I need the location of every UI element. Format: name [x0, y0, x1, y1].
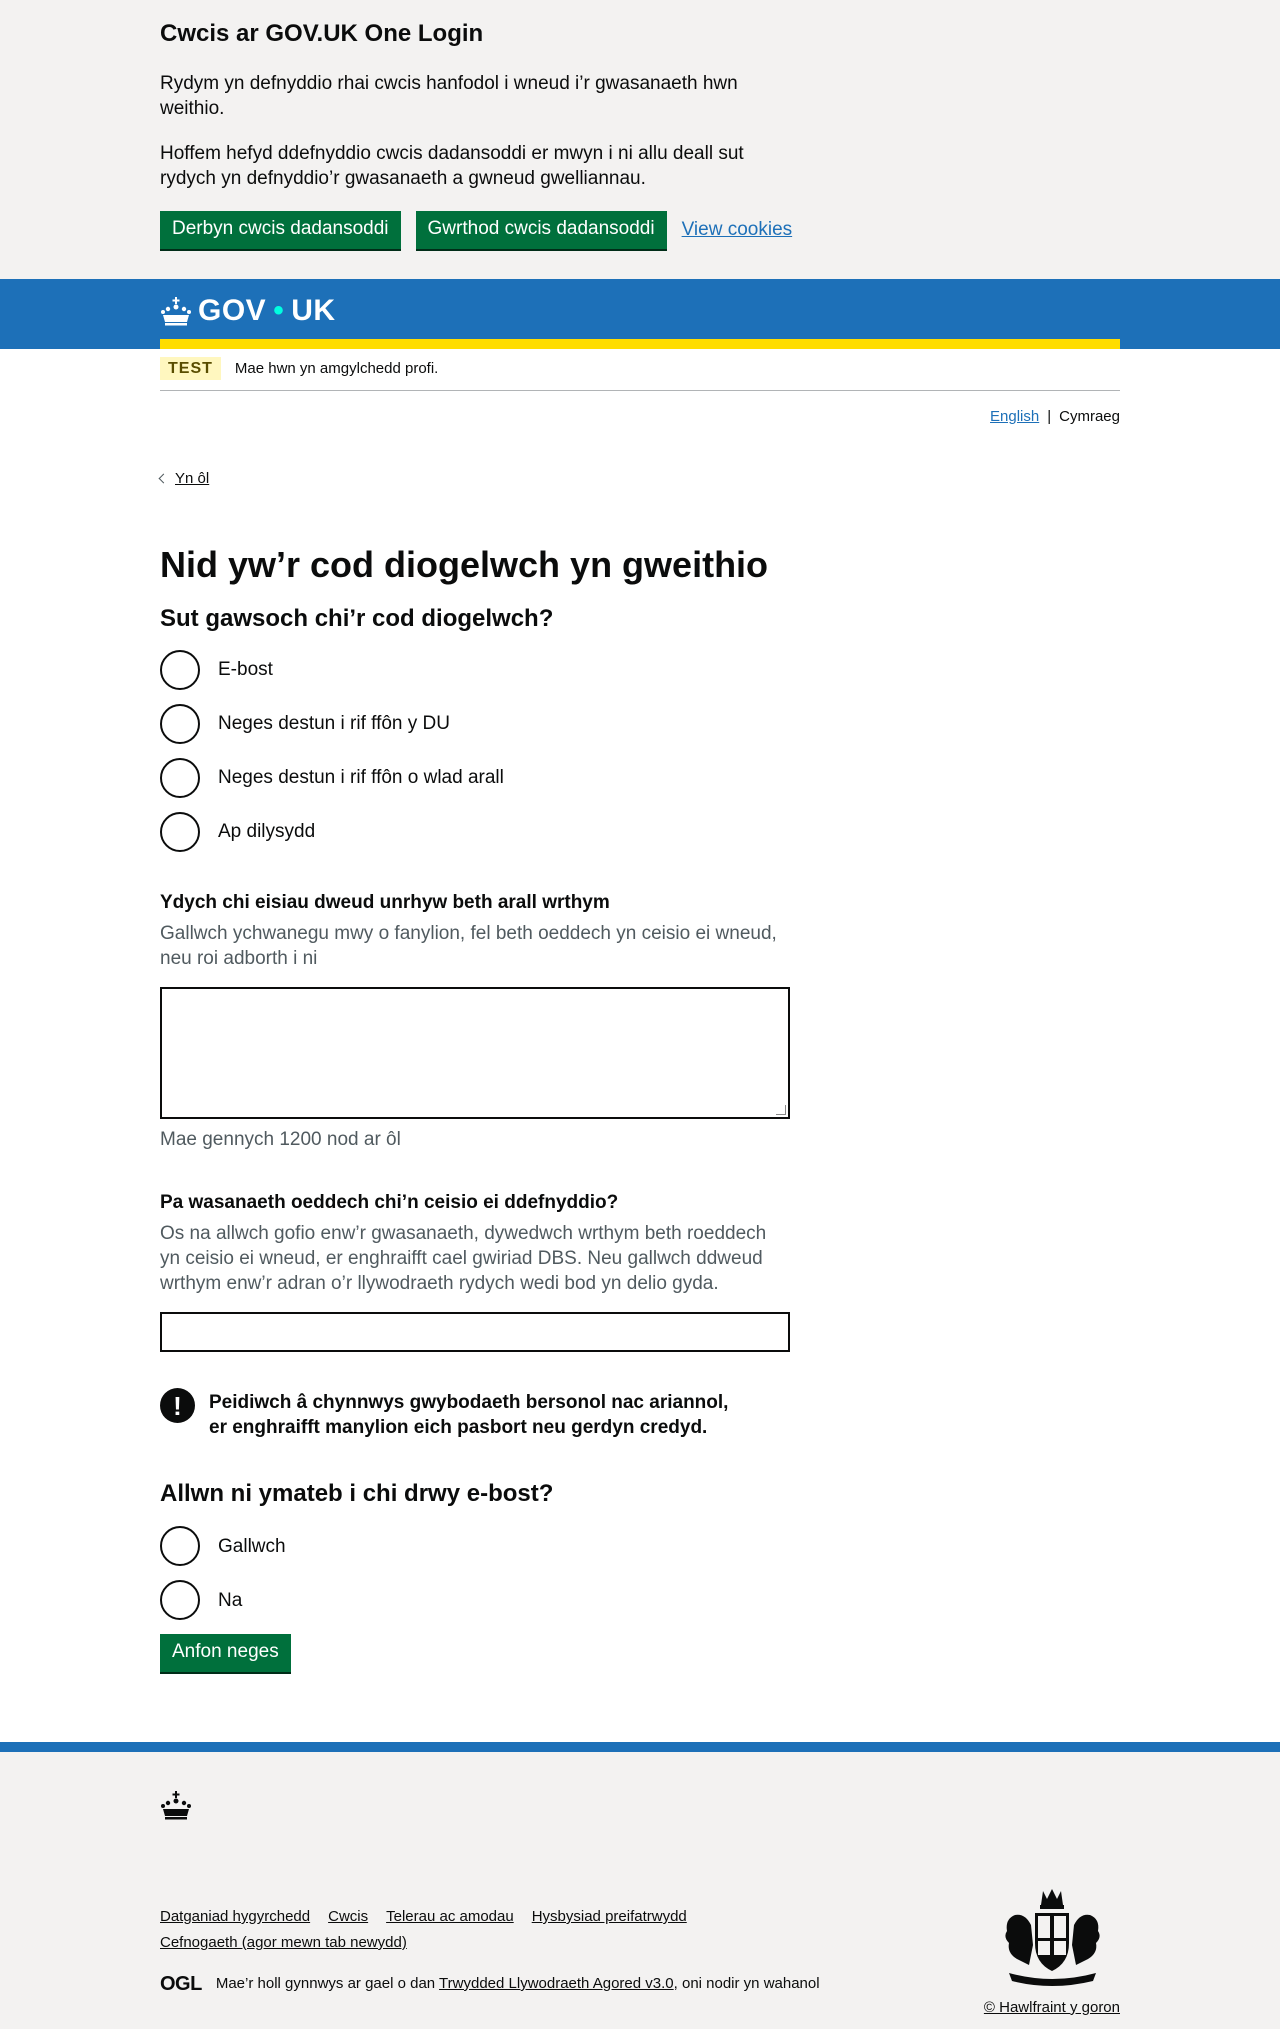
- radio-option-yes[interactable]: Gallwch: [160, 1526, 1120, 1567]
- copyright-link[interactable]: © Hawlfraint y goron: [984, 1999, 1120, 2016]
- back-link-label: Yn ôl: [175, 469, 210, 487]
- footer-links: Datganiad hygyrchedd Cwcis Telerau ac am…: [160, 1907, 720, 1953]
- phase-banner: TEST Mae hwn yn amgylchedd profi.: [160, 349, 1120, 392]
- govuk-logo[interactable]: GOV • UK: [160, 279, 1120, 331]
- warning-icon: !: [160, 1388, 195, 1424]
- language-english-link[interactable]: English: [990, 407, 1039, 427]
- ogl-logo-icon: OGL: [160, 1972, 202, 1995]
- radio-button[interactable]: [160, 757, 200, 798]
- radio-label: Ap dilysydd: [218, 821, 316, 843]
- radio-label: Neges destun i rif ffôn o wlad arall: [218, 767, 504, 789]
- language-separator: |: [1047, 408, 1052, 426]
- main-container: TEST Mae hwn yn amgylchedd profi. Englis…: [158, 349, 1120, 1672]
- details-label: Ydych chi eisiau dweud unrhyw beth arall…: [160, 891, 610, 913]
- licence-info: OGL Mae’r holl gynnwys ar gael o dan Trw…: [160, 1971, 1120, 1997]
- cookie-banner-text-essential: Rydym yn defnyddio rhai cwcis hanfodol i…: [160, 72, 738, 119]
- copyright: © Hawlfraint y goron: [984, 1998, 1120, 2018]
- phase-text: Mae hwn yn amgylchedd profi.: [234, 359, 439, 377]
- licence-prefix: Mae’r holl gynnwys ar gael o dan: [215, 1974, 436, 1992]
- view-cookies-link[interactable]: View cookies: [682, 217, 793, 242]
- code-source-radios: E-bost Neges destun i rif ffôn y DU Nege…: [160, 649, 1120, 852]
- radio-button[interactable]: [160, 1580, 200, 1621]
- email-reply-radios: Gallwch Na: [160, 1526, 1120, 1621]
- chevron-left-icon: [158, 473, 169, 484]
- language-toggle: English | Cymraeg: [160, 391, 1120, 427]
- radio-button[interactable]: [160, 811, 200, 852]
- logo-text-gov: GOV: [198, 293, 267, 327]
- radio-label: Neges destun i rif ffôn y DU: [218, 713, 450, 735]
- radio-button[interactable]: [160, 703, 200, 744]
- cookie-banner-title: Cwcis ar GOV.UK One Login: [160, 20, 484, 47]
- radio-label: Gallwch: [218, 1535, 286, 1557]
- licence-link[interactable]: Trwydded Llywodraeth Agored v3.0: [439, 1975, 674, 1992]
- cookie-actions: Derbyn cwcis dadansoddi Gwrthod cwcis da…: [160, 211, 1120, 249]
- send-message-button[interactable]: Anfon neges: [160, 1634, 291, 1672]
- crown-icon: [161, 296, 191, 326]
- site-footer: Datganiad hygyrchedd Cwcis Telerau ac am…: [0, 1741, 1280, 2029]
- logo-text-uk: UK: [291, 293, 336, 327]
- licence-text: Mae’r holl gynnwys ar gael o dan Trwydde…: [216, 1974, 820, 1994]
- back-link[interactable]: Yn ôl: [158, 469, 210, 489]
- footer-link-cookies[interactable]: Cwcis: [328, 1907, 368, 1927]
- service-hint: Os na allwch gofio enw’r gwasanaeth, dyw…: [160, 1223, 767, 1295]
- footer-link-accessibility[interactable]: Datganiad hygyrchedd: [160, 1907, 310, 1927]
- radio-option-auth-app[interactable]: Ap dilysydd: [160, 811, 1120, 852]
- footer-link-privacy[interactable]: Hysbysiad preifatrwydd: [532, 1907, 687, 1927]
- code-source-question: Sut gawsoch chi’r cod diogelwch?: [160, 604, 554, 632]
- accept-cookies-button[interactable]: Derbyn cwcis dadansoddi: [160, 211, 401, 249]
- radio-option-uk-text[interactable]: Neges destun i rif ffôn y DU: [160, 703, 1120, 744]
- radio-label: E-bost: [218, 659, 273, 681]
- radio-button[interactable]: [160, 1526, 200, 1567]
- site-header: GOV • UK: [0, 278, 1280, 349]
- licence-suffix: , oni nodir yn wahanol: [673, 1974, 820, 1992]
- submit-wrapper: Anfon neges: [160, 1634, 1120, 1672]
- footer-link-terms[interactable]: Telerau ac amodau: [386, 1907, 514, 1927]
- resize-handle-icon[interactable]: [776, 1104, 786, 1115]
- header-stripe: [160, 338, 1120, 349]
- logo-dot: •: [273, 293, 285, 327]
- details-textarea[interactable]: [160, 986, 790, 1119]
- radio-option-international-text[interactable]: Neges destun i rif ffôn o wlad arall: [160, 757, 1120, 798]
- radio-option-no[interactable]: Na: [160, 1580, 1120, 1621]
- footer-link-support[interactable]: Cefnogaeth (agor mewn tab newydd): [160, 1933, 407, 1953]
- cookie-banner: Cwcis ar GOV.UK One Login Rydym yn defny…: [0, 0, 1280, 279]
- email-reply-question: Allwn ni ymateb i chi drwy e-bost?: [160, 1480, 554, 1508]
- reject-cookies-button[interactable]: Gwrthod cwcis dadansoddi: [415, 211, 667, 249]
- phase-tag: TEST: [160, 356, 221, 381]
- royal-coat-of-arms-icon: [1005, 1888, 1100, 1986]
- radio-option-email[interactable]: E-bost: [160, 649, 1120, 690]
- service-label: Pa wasanaeth oeddech chi’n ceisio ei dde…: [160, 1191, 619, 1213]
- details-hint: Gallwch ychwanegu mwy o fanylion, fel be…: [160, 922, 777, 969]
- page-title: Nid yw’r cod diogelwch yn gweithio: [160, 544, 769, 586]
- warning-message: Peidiwch â chynnwys gwybodaeth bersonol …: [209, 1392, 729, 1439]
- footer-crown-icon: [161, 1790, 191, 1820]
- radio-label: Na: [218, 1589, 243, 1611]
- service-input[interactable]: [160, 1312, 790, 1353]
- warning-text: ! Peidiwch â chynnwys gwybodaeth bersono…: [160, 1388, 1120, 1440]
- character-counter: Mae gennych 1200 nod ar ôl: [160, 1128, 401, 1150]
- cookie-banner-text-analytics: Hoffem hefyd ddefnyddio cwcis dadansoddi…: [160, 142, 744, 190]
- radio-button[interactable]: [160, 649, 200, 690]
- language-welsh-current: Cymraeg: [1059, 408, 1120, 426]
